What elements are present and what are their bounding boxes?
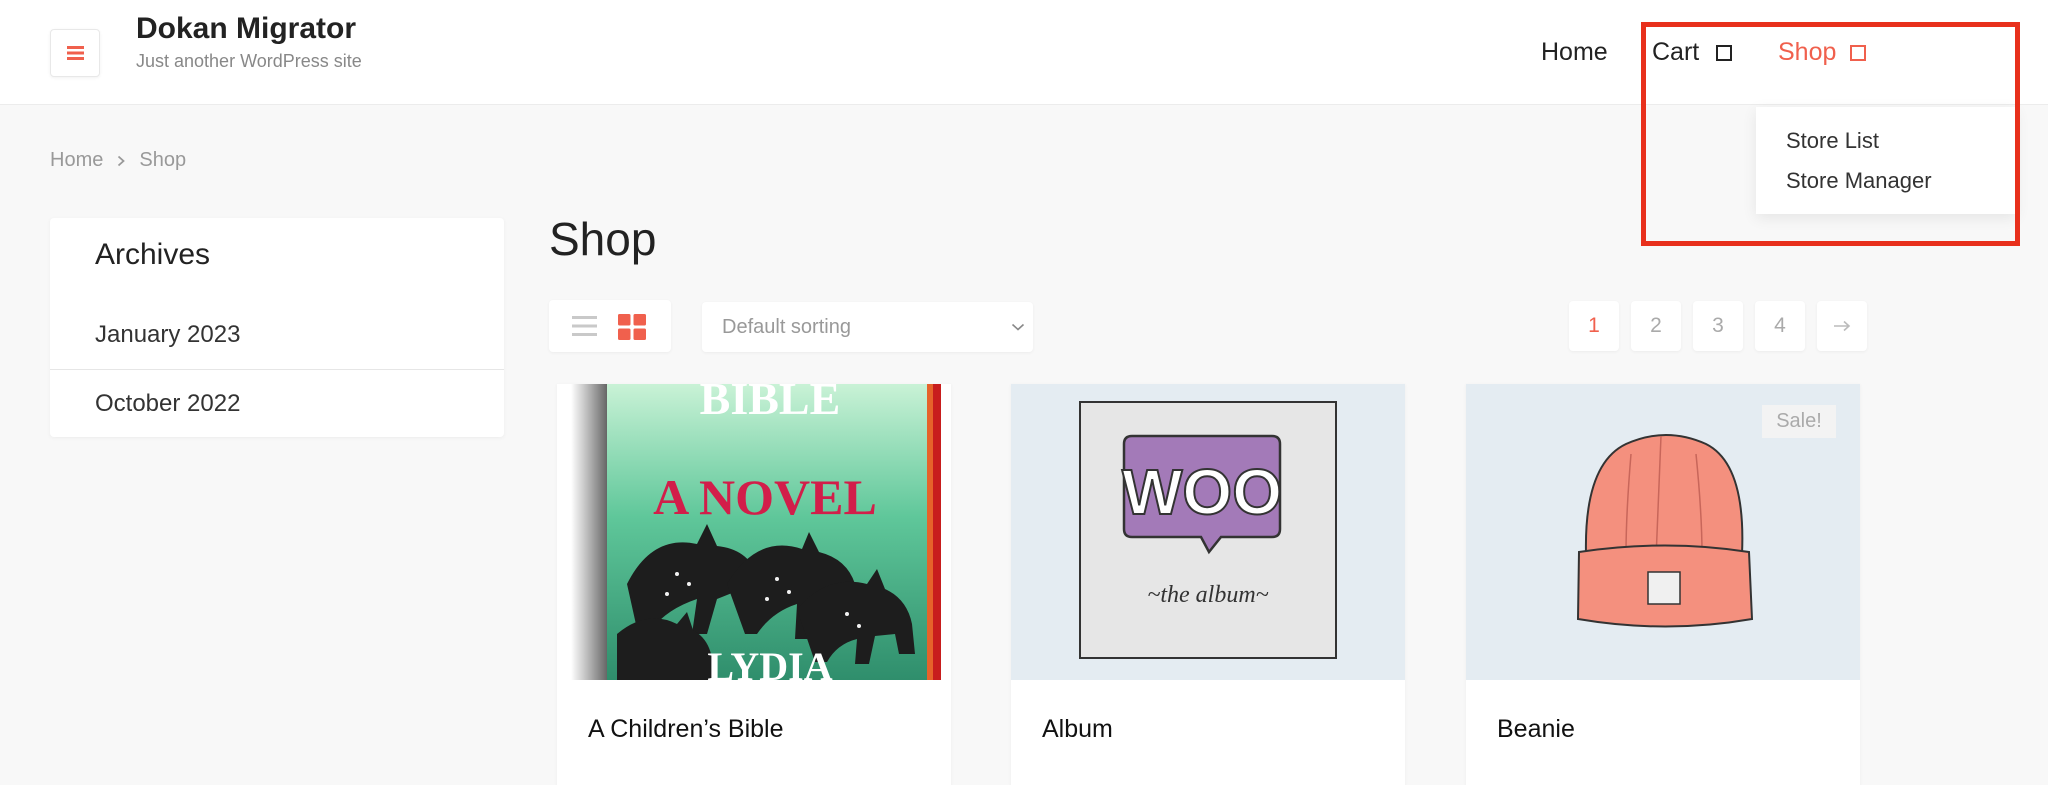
hamburger-icon <box>66 46 84 60</box>
album-cover-image: WOO ~the album~ <box>1011 384 1405 680</box>
album-logo-text: WOO <box>1122 456 1282 528</box>
product-card-album[interactable]: WOO ~the album~ Album <box>1011 384 1405 785</box>
arrow-right-icon <box>1834 320 1851 332</box>
breadcrumb-home[interactable]: Home <box>50 149 103 172</box>
widget-title: Archives <box>95 238 211 271</box>
book-cover-image: BIBLE A NOVEL LYDIA <box>557 384 951 680</box>
dropdown-item-store-list[interactable]: Store List <box>1786 128 1879 154</box>
shop-dropdown-menu: Store List Store Manager <box>1756 107 2016 214</box>
product-name[interactable]: Album <box>1042 715 1113 744</box>
product-card-beanie[interactable]: Sale! Beanie <box>1466 384 1860 785</box>
breadcrumb-current: Shop <box>139 149 187 171</box>
album-subtitle: ~the album~ <box>1147 582 1268 608</box>
sorting-value: Default sorting <box>722 316 851 338</box>
chevron-right-icon <box>118 155 126 166</box>
cart-icon[interactable] <box>1716 45 1732 61</box>
product-card-childrens-bible[interactable]: BIBLE A NOVEL LYDIA A Children’s Bible <box>557 384 951 785</box>
menu-toggle-button[interactable] <box>50 29 100 77</box>
site-description: Just another WordPress site <box>136 51 362 71</box>
product-image[interactable]: WOO ~the album~ <box>1011 384 1405 680</box>
cover-title-bottom: LYDIA <box>707 644 832 680</box>
cover-title-mid: A NOVEL <box>653 469 877 525</box>
grid-view-icon[interactable] <box>618 314 646 340</box>
next-page-button[interactable] <box>1817 301 1867 351</box>
page-3-button[interactable]: 3 <box>1693 301 1743 351</box>
site-header: Dokan Migrator Just another WordPress si… <box>0 0 2048 105</box>
archives-widget: Archives January 2023 October 2022 <box>50 218 504 437</box>
page-title: Shop <box>549 213 657 265</box>
product-name[interactable]: A Children’s Bible <box>588 715 783 744</box>
nav-cart[interactable]: Cart <box>1652 38 1699 67</box>
product-image[interactable]: BIBLE A NOVEL LYDIA <box>557 384 951 680</box>
archive-item-october-2022[interactable]: October 2022 <box>50 370 504 438</box>
breadcrumb: Home Shop <box>50 149 186 172</box>
nav-home[interactable]: Home <box>1541 38 1608 67</box>
page-2-button[interactable]: 2 <box>1631 301 1681 351</box>
sale-badge: Sale! <box>1762 405 1836 438</box>
chevron-down-icon <box>1011 323 1025 331</box>
site-title[interactable]: Dokan Migrator <box>136 12 356 46</box>
nav-shop[interactable]: Shop <box>1778 38 1836 67</box>
product-image[interactable]: Sale! <box>1466 384 1860 680</box>
page-1-button[interactable]: 1 <box>1569 301 1619 351</box>
product-name[interactable]: Beanie <box>1497 715 1575 744</box>
sorting-select[interactable]: Default sorting <box>702 302 1033 352</box>
dropdown-item-store-manager[interactable]: Store Manager <box>1786 168 1932 194</box>
shop-icon[interactable] <box>1850 45 1866 61</box>
page-4-button[interactable]: 4 <box>1755 301 1805 351</box>
list-view-icon[interactable] <box>572 315 597 337</box>
cover-title-top: BIBLE <box>700 384 841 424</box>
view-toggle <box>549 300 671 352</box>
archive-item-january-2023[interactable]: January 2023 <box>50 301 504 369</box>
